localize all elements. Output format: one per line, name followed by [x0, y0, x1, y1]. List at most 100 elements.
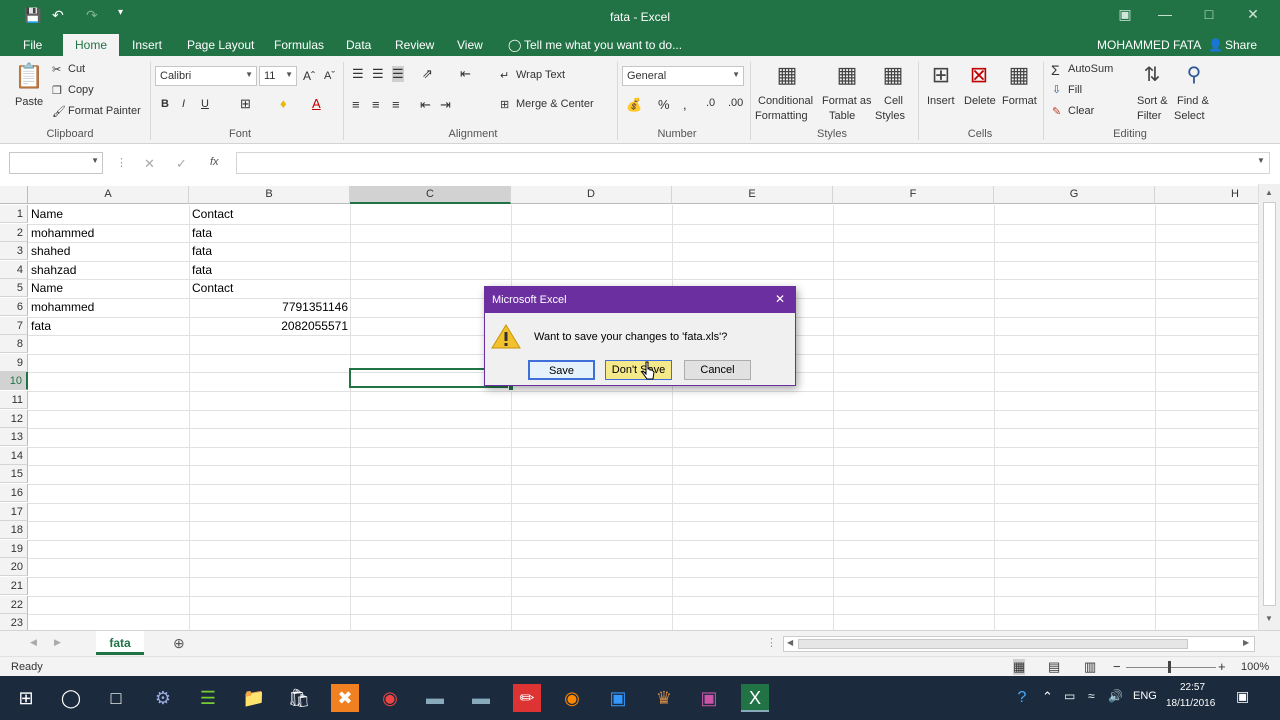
zoom-level[interactable]: 100%: [1241, 661, 1269, 673]
column-header-b[interactable]: B: [189, 186, 350, 204]
name-box[interactable]: ▼: [9, 152, 103, 174]
minimize-icon[interactable]: —: [1150, 6, 1180, 22]
scrollbar-thumb[interactable]: [1263, 202, 1276, 606]
row-header-18[interactable]: 18: [0, 521, 28, 540]
store-icon[interactable]: 🛍: [285, 684, 313, 712]
cell-b6[interactable]: 7791351146: [189, 298, 348, 316]
wrap-text-button[interactable]: Wrap Text: [516, 69, 565, 81]
chrome-icon[interactable]: ◉: [376, 684, 404, 712]
wrap-text-icon[interactable]: ↵: [500, 69, 509, 82]
copy-button[interactable]: Copy: [68, 84, 94, 96]
maximize-icon[interactable]: □: [1194, 6, 1224, 22]
fill-icon[interactable]: ⇩: [1052, 83, 1061, 96]
font-size-select[interactable]: 11 ▼: [259, 66, 297, 86]
find-select-button[interactable]: Find &: [1177, 95, 1209, 107]
formula-input[interactable]: [236, 152, 1270, 174]
paste-button[interactable]: Paste: [15, 96, 43, 108]
wifi-icon[interactable]: ≈: [1088, 689, 1095, 703]
column-header-c[interactable]: C: [350, 186, 511, 204]
row-header-13[interactable]: 13: [0, 428, 28, 447]
cell-b5[interactable]: Contact: [192, 279, 233, 297]
clear-button[interactable]: Clear: [1068, 105, 1094, 117]
tab-file[interactable]: File: [23, 38, 42, 52]
windows-start-icon[interactable]: ⊞: [12, 684, 40, 712]
row-header-23[interactable]: 23: [0, 614, 28, 630]
cell-b1[interactable]: Contact: [192, 205, 233, 223]
tell-me-box[interactable]: Tell me what you want to do...: [524, 38, 682, 52]
cell-a2[interactable]: mohammed: [31, 224, 94, 242]
row-header-2[interactable]: 2: [0, 223, 28, 242]
column-header-d[interactable]: D: [511, 186, 672, 204]
column-header-f[interactable]: F: [833, 186, 994, 204]
row-header-14[interactable]: 14: [0, 446, 28, 465]
share-button[interactable]: Share: [1225, 38, 1257, 52]
sort-filter-button-2[interactable]: Filter: [1137, 110, 1161, 122]
insert-cells-icon[interactable]: ⊞: [928, 62, 954, 88]
conditional-formatting-button-2[interactable]: Formatting: [755, 110, 808, 122]
align-bottom-icon[interactable]: ☰: [392, 66, 404, 82]
cell-b7[interactable]: 2082055571: [189, 317, 348, 335]
row-header-8[interactable]: 8: [0, 335, 28, 354]
align-center-icon[interactable]: ≡: [372, 97, 380, 112]
borders-icon[interactable]: ⊞: [240, 96, 251, 112]
row-header-15[interactable]: 15: [0, 465, 28, 484]
row-header-16[interactable]: 16: [0, 484, 28, 502]
cut-icon[interactable]: ✂: [52, 63, 61, 76]
splitter-icon[interactable]: ⋮: [766, 636, 777, 649]
tab-review[interactable]: Review: [395, 38, 434, 52]
page-layout-view-icon[interactable]: ▤: [1048, 659, 1060, 675]
scroll-tabs-left-icon[interactable]: ◀: [30, 637, 37, 648]
wifi-app-icon[interactable]: ☰: [194, 684, 222, 712]
delete-cells-icon[interactable]: ⊠: [966, 62, 992, 88]
cell-a3[interactable]: shahed: [31, 242, 70, 260]
format-as-table-icon[interactable]: ▦: [832, 62, 862, 88]
xampp-icon[interactable]: ✖: [331, 684, 359, 712]
row-header-5[interactable]: 5: [0, 279, 28, 298]
app-icon-2[interactable]: ▬: [467, 684, 495, 712]
row-header-1[interactable]: 1: [0, 205, 28, 223]
normal-view-icon[interactable]: ▦: [1013, 659, 1026, 675]
battery-icon[interactable]: ▭: [1064, 689, 1075, 703]
language-indicator[interactable]: ENG: [1133, 690, 1157, 702]
app-window-icon[interactable]: ▣: [604, 684, 632, 712]
decrease-decimal-icon[interactable]: .00: [728, 97, 743, 109]
file-explorer-icon[interactable]: 📁: [240, 684, 268, 712]
game-app-icon[interactable]: ♛: [650, 684, 678, 712]
cell-a4[interactable]: shahzad: [31, 261, 76, 279]
ribbon-display-icon[interactable]: ▣: [1110, 6, 1140, 23]
row-header-6[interactable]: 6: [0, 298, 28, 316]
format-as-table-button-2[interactable]: Table: [829, 110, 855, 122]
format-painter-icon[interactable]: 🖌: [52, 105, 66, 118]
enter-icon[interactable]: ✓: [176, 156, 187, 172]
settings-gear-icon[interactable]: ⚙: [149, 684, 177, 712]
font-name-select[interactable]: Calibri ▼: [155, 66, 257, 86]
tab-formulas[interactable]: Formulas: [274, 38, 324, 52]
task-view-icon[interactable]: □: [102, 684, 130, 712]
row-header-20[interactable]: 20: [0, 558, 28, 577]
insert-function-icon[interactable]: fx: [210, 156, 219, 168]
scroll-down-icon[interactable]: ▼: [1265, 614, 1273, 623]
spreadsheet-grid[interactable]: A B C D E F G H 1 2 3 4 5 6 7 8 9 10 11 12 13 14 15 16 1…: [0, 184, 1258, 630]
horizontal-scrollbar[interactable]: ◀ ▶: [783, 636, 1255, 652]
column-header-g[interactable]: G: [994, 186, 1155, 204]
zoom-out-icon[interactable]: −: [1113, 659, 1121, 674]
sheet-tab-fata[interactable]: fata: [96, 631, 144, 655]
zoom-slider-thumb[interactable]: [1168, 661, 1171, 673]
dont-save-button[interactable]: Don't Save: [605, 360, 672, 380]
fill-button[interactable]: Fill: [1068, 84, 1082, 96]
tab-view[interactable]: View: [457, 38, 483, 52]
currency-icon[interactable]: 💰: [626, 97, 642, 113]
clock-date[interactable]: 18/11/2016: [1166, 698, 1215, 709]
insert-cells-button[interactable]: Insert: [927, 95, 955, 107]
row-header-21[interactable]: 21: [0, 577, 28, 595]
chevron-down-icon[interactable]: ▼: [1257, 156, 1265, 165]
select-all-corner[interactable]: [0, 186, 28, 204]
autosum-button[interactable]: AutoSum: [1068, 63, 1113, 75]
paste-icon[interactable]: 📋: [14, 62, 44, 94]
share-icon[interactable]: 👤: [1208, 38, 1223, 52]
conditional-formatting-button[interactable]: Conditional: [758, 95, 813, 107]
font-color-icon[interactable]: A: [312, 96, 321, 111]
row-header-12[interactable]: 12: [0, 409, 28, 428]
cancel-icon[interactable]: ✕: [144, 156, 155, 172]
zoom-slider[interactable]: [1126, 667, 1216, 668]
